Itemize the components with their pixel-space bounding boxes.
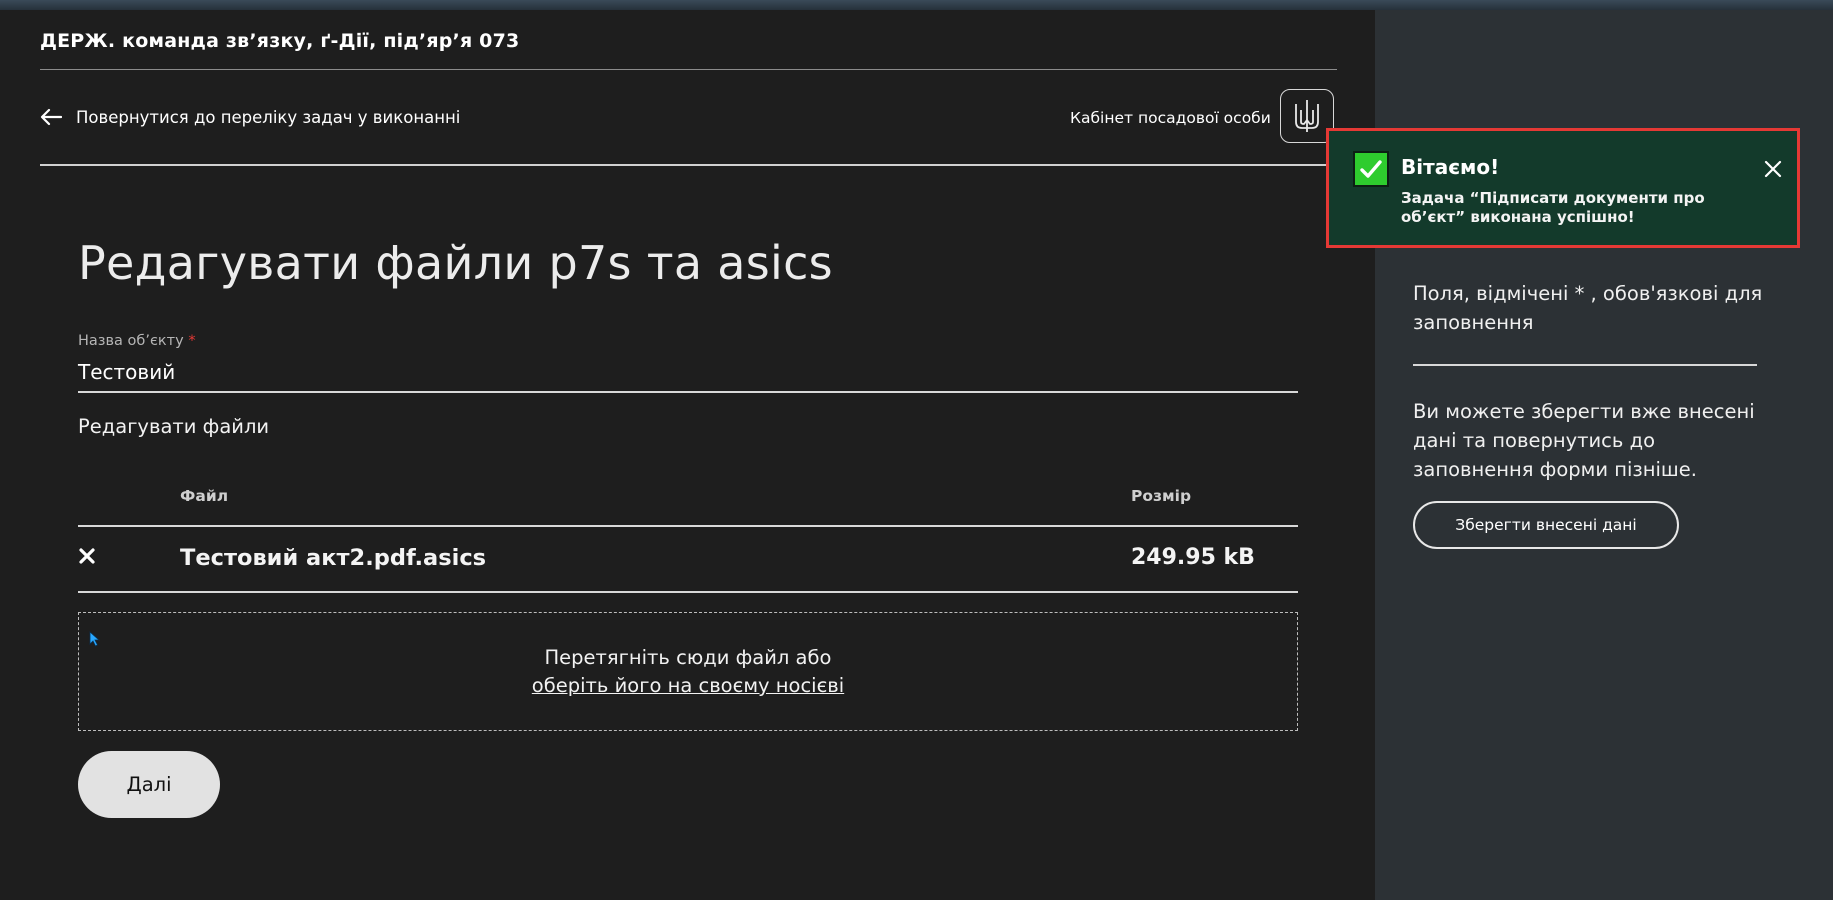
header-divider [40,69,1337,70]
next-button[interactable]: Далі [78,751,220,818]
object-name-label: Назва об’єкту * [78,333,196,349]
cabinet-link[interactable]: Кабінет посадової особи [1070,109,1271,127]
required-fields-note: Поля, відмічені * , обов'язкові для запо… [1413,282,1763,334]
column-header-file: Файл [180,487,229,505]
toast-title: Вітаємо! [1401,155,1500,179]
file-size: 249.95 kB [1131,545,1255,570]
dropzone-text: Перетягніть сюди файл або [544,646,832,669]
mouse-cursor-icon [89,631,101,651]
checkmark-icon [1353,151,1389,187]
save-draft-button[interactable]: Зберегти внесені дані [1413,501,1679,549]
sidebar-divider [1413,364,1757,366]
file-name: Тестовий акт2.pdf.asics [180,545,487,571]
close-icon[interactable] [1761,157,1785,181]
object-name-input[interactable]: Тестовий [78,360,175,384]
toast-message: Задача “Підписати документи про об’єкт” … [1401,189,1705,226]
page-title: Редагувати файли p7s та asics [78,236,833,290]
save-note: Ви можете зберегти вже внесені дані та п… [1413,400,1755,481]
table-row: Тестовий акт2.pdf.asics 249.95 kB [78,525,1298,591]
success-toast: Вітаємо! Задача “Підписати документи про… [1326,128,1800,248]
org-title: ДЕРЖ. команда зв’язку, ґ-Дії, під’яр’я 0… [40,30,520,52]
table-row-divider [78,591,1298,593]
back-link[interactable]: Повернутися до переліку задач у виконанн… [40,104,460,130]
back-link-label: Повернутися до переліку задач у виконанн… [76,107,461,127]
remove-x-icon[interactable] [78,546,96,566]
required-mark: * [188,333,196,349]
header-bottom-divider [40,164,1337,166]
files-section-label: Редагувати файли [78,415,270,438]
object-name-label-text: Назва об’єкту [78,333,184,349]
dropzone-browse-link[interactable]: оберіть його на своєму носієві [79,674,1297,697]
arrow-left-icon [40,108,62,126]
file-dropzone[interactable]: Перетягніть сюди файл або оберіть його н… [78,612,1298,731]
browser-top-strip [0,0,1833,10]
column-header-size: Розмір [1131,487,1192,505]
object-name-underline [78,391,1298,393]
